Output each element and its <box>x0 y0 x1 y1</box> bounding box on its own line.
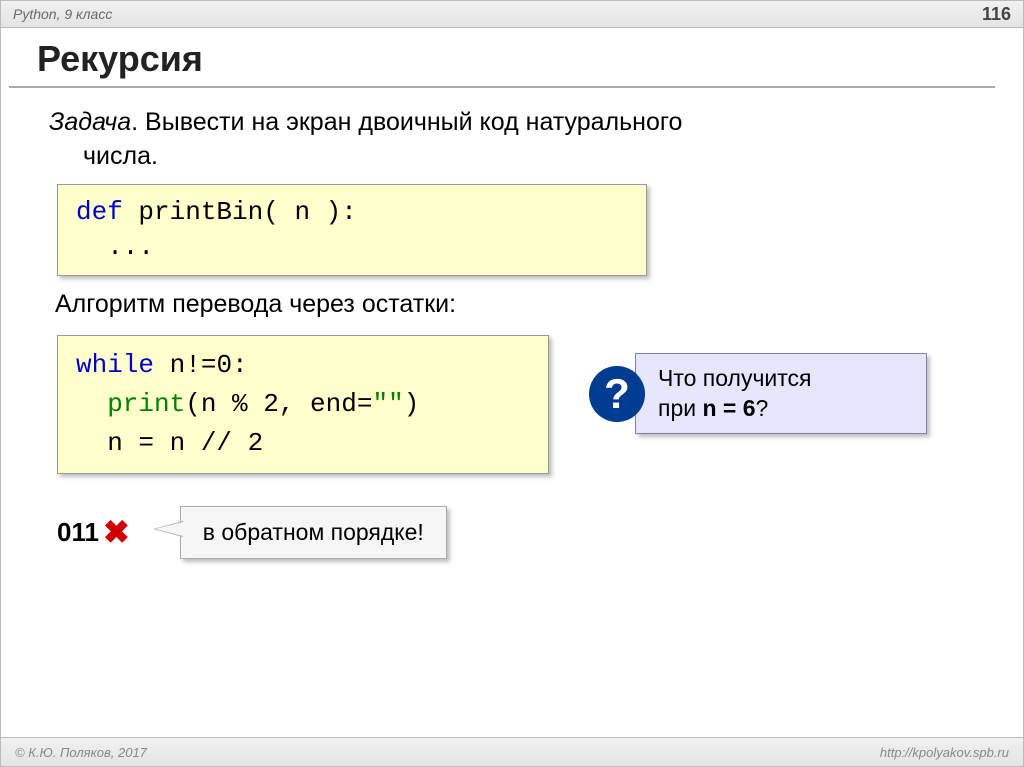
c2-l1-rest: n!= <box>154 350 216 380</box>
question-box: ? Что получится при n = 6? <box>589 353 927 435</box>
question-mark-icon: ? <box>589 366 645 422</box>
c2-l2-end: , end= <box>279 389 373 419</box>
task-text: Задача. Вывести на экран двоичный код на… <box>49 106 983 174</box>
callout-box: в обратном порядке! <box>180 506 447 559</box>
row-code-question: while n!=0: print(n % 2, end="") n = n /… <box>49 325 983 484</box>
code-box-while: while n!=0: print(n % 2, end="") n = n /… <box>57 335 549 474</box>
q-line1: Что получится <box>658 365 812 391</box>
c2-l2-str: "" <box>372 389 403 419</box>
slide: Python, 9 класс 116 Рекурсия Задача. Выв… <box>0 0 1024 767</box>
c2-l2-close: ) <box>404 389 420 419</box>
page-number: 116 <box>982 4 1011 25</box>
result-row: 011 ✖ в обратном порядке! <box>57 506 983 559</box>
task-lead: Задача <box>49 108 131 136</box>
result-value-wrap: 011 ✖ <box>57 513 130 551</box>
copyright: © К.Ю. Поляков, 2017 <box>15 745 147 760</box>
c2-l2-two: 2 <box>263 389 279 419</box>
course-label: Python, 9 класс <box>13 6 112 22</box>
kw-while: while <box>76 350 154 380</box>
cross-icon: ✖ <box>103 513 130 551</box>
page-title: Рекурсия <box>37 38 995 80</box>
c2-l1-colon: : <box>232 350 248 380</box>
result-value: 011 <box>57 517 99 548</box>
kw-def: def <box>76 197 123 227</box>
callout-tail-icon <box>153 521 183 537</box>
footer-url: http://kpolyakov.spb.ru <box>880 745 1009 760</box>
q-line2c: ? <box>756 395 769 421</box>
title-wrap: Рекурсия <box>9 28 995 88</box>
header-bar: Python, 9 класс 116 <box>1 1 1023 28</box>
kw-print: print <box>76 389 185 419</box>
c2-l2-open: (n % <box>185 389 263 419</box>
algorithm-subhead: Алгоритм перевода через остатки: <box>55 290 983 319</box>
c2-l3-a: n = n // <box>76 428 248 458</box>
q-line2a: при <box>658 395 702 421</box>
code1-l2: ... <box>76 232 154 262</box>
code1-rest: printBin( n ): <box>123 197 357 227</box>
slide-body: Задача. Вывести на экран двоичный код на… <box>1 94 1023 559</box>
task-line2: числа. <box>83 140 983 174</box>
question-text: Что получится при n = 6? <box>635 353 927 435</box>
task-line1: . Вывести на экран двоичный код натураль… <box>131 108 682 136</box>
c2-l3-two: 2 <box>248 428 264 458</box>
footer-bar: © К.Ю. Поляков, 2017 http://kpolyakov.sp… <box>1 737 1023 766</box>
c2-l1-zero: 0 <box>216 350 232 380</box>
q-line2b: n = 6 <box>702 395 755 421</box>
callout-text: в обратном порядке! <box>203 519 424 545</box>
code-box-def: def printBin( n ): ... <box>57 184 647 276</box>
